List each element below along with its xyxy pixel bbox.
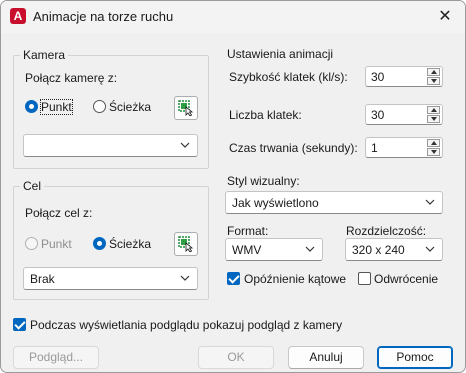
corner-deceleration-checkbox[interactable] [227,272,240,285]
frames-value: 30 [371,108,385,122]
fps-label: Szybkość klatek (kl/s): [229,70,348,84]
chevron-down-icon [425,246,435,252]
target-pick-button[interactable] [174,232,198,256]
pick-point-icon [178,236,194,252]
camera-preview-checkbox[interactable] [13,318,26,331]
visual-style-value: Jak wyświetlono [232,196,319,210]
camera-legend: Kamera [20,48,69,62]
spin-down-icon[interactable] [427,115,440,123]
target-link-label: Połącz cel z: [25,206,93,220]
frames-label: Liczba klatek: [229,108,302,122]
target-path-radio[interactable] [93,237,106,250]
format-combo[interactable]: WMV [225,238,323,261]
close-icon[interactable]: ✕ [435,7,455,27]
window-title: Animacje na torze ruchu [33,9,174,24]
title-bar: A Animacje na torze ruchu ✕ [1,1,465,33]
resolution-value: 320 x 240 [352,243,405,257]
dialog-window: A Animacje na torze ruchu ✕ Kamera Połąc… [0,0,466,373]
camera-path-radio[interactable] [93,100,106,113]
format-label: Format: [227,224,269,238]
reverse-checkbox[interactable] [358,272,371,285]
chevron-down-icon [180,275,190,281]
target-path-label[interactable]: Ścieżka [109,237,151,251]
frames-spinner[interactable]: 30 [365,104,443,125]
duration-spinner[interactable]: 1 [365,137,443,158]
ok-button[interactable]: OK [198,346,274,369]
target-path-combo[interactable]: Brak [23,267,198,290]
help-button[interactable]: Pomoc [377,346,453,369]
camera-point-label[interactable]: Punkt [40,99,73,115]
corner-deceleration-label[interactable]: Opóźnienie kątowe [244,272,346,286]
chevron-down-icon [425,199,435,205]
camera-path-combo[interactable] [23,134,198,157]
camera-path-label[interactable]: Ścieżka [109,100,151,114]
pick-point-icon [178,100,194,116]
cancel-button[interactable]: Anuluj [288,346,364,369]
animation-settings-legend: Ustawienia animacji [227,47,334,61]
spin-up-icon[interactable] [427,68,440,76]
spin-down-icon[interactable] [427,77,440,85]
target-legend: Cel [20,179,45,193]
visual-style-label: Styl wizualny: [227,174,300,188]
preview-button[interactable]: Podgląd... [13,346,99,369]
resolution-label: Rozdzielczość: [346,224,427,238]
target-point-label[interactable]: Punkt [41,237,72,251]
target-combo-value: Brak [30,272,55,286]
fps-value: 30 [371,70,385,84]
spin-up-icon[interactable] [427,139,440,147]
camera-preview-label[interactable]: Podczas wyświetlania podglądu pokazuj po… [30,318,342,332]
chevron-down-icon [305,246,315,252]
format-value: WMV [232,243,262,257]
spin-up-icon[interactable] [427,106,440,114]
visual-style-combo[interactable]: Jak wyświetlono [225,191,443,214]
duration-value: 1 [371,141,378,155]
reverse-label[interactable]: Odwrócenie [374,272,438,286]
chevron-down-icon [180,142,190,148]
camera-link-label: Połącz kamerę z: [25,71,118,85]
autocad-app-icon: A [10,8,26,24]
spin-down-icon[interactable] [427,148,440,156]
fps-spinner[interactable]: 30 [365,66,443,87]
resolution-combo[interactable]: 320 x 240 [345,238,443,261]
duration-label: Czas trwania (sekundy): [229,141,358,155]
camera-point-radio[interactable] [25,100,38,113]
camera-pick-button[interactable] [174,96,198,120]
target-point-radio[interactable] [25,237,38,250]
